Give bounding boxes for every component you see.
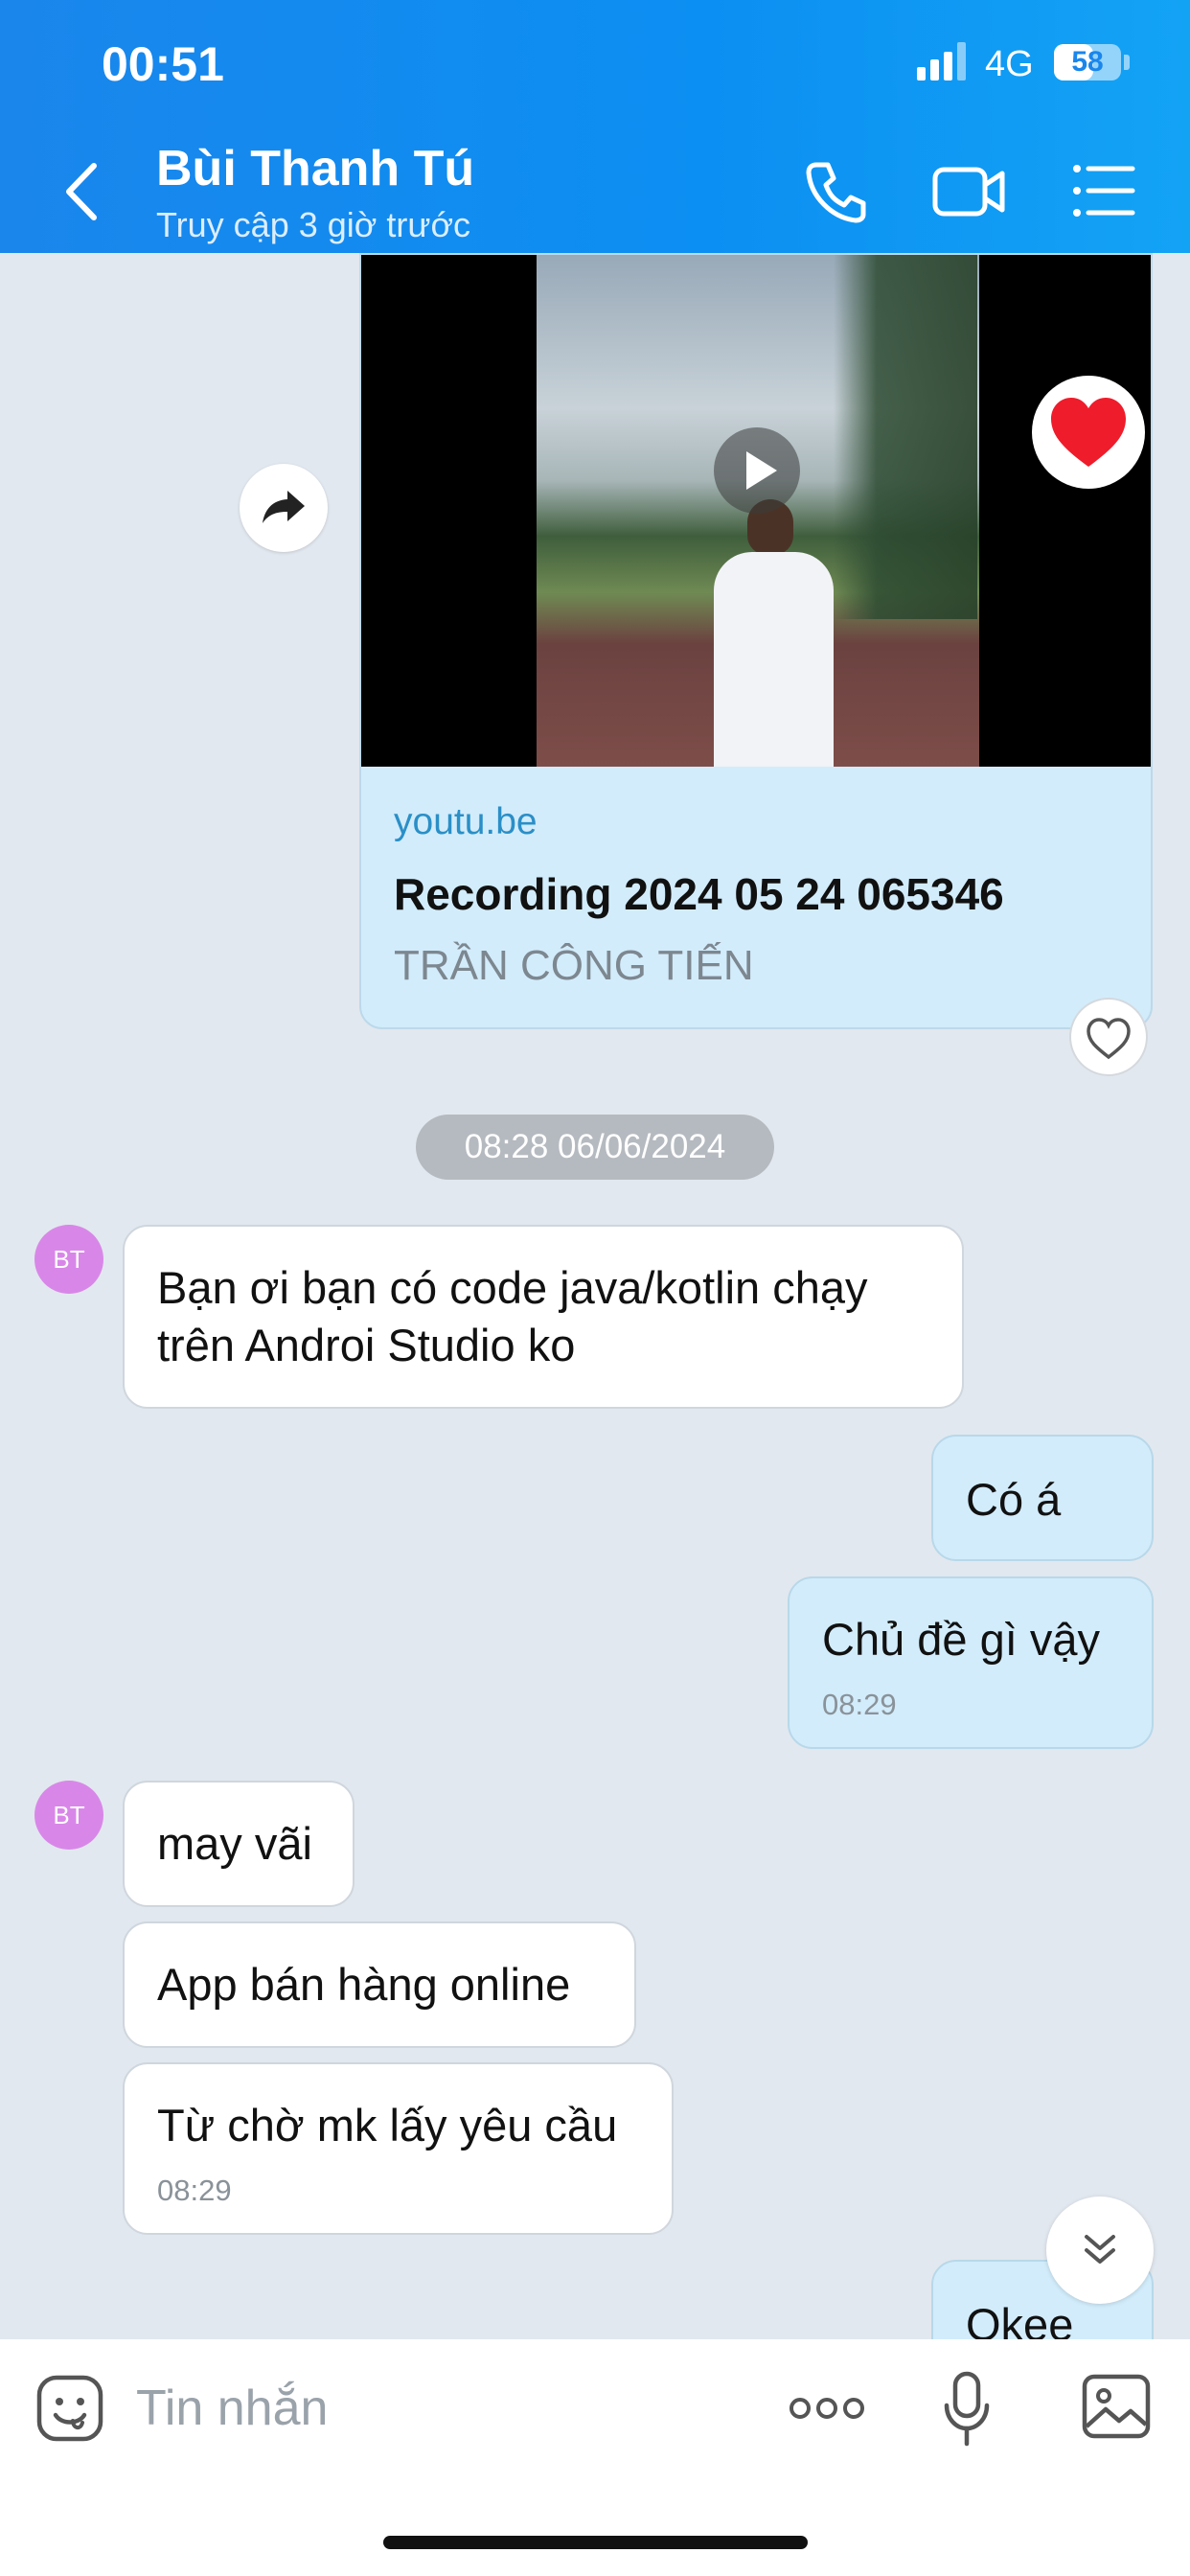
- heart-reaction-icon[interactable]: [1032, 376, 1145, 489]
- signal-icon: [917, 42, 967, 80]
- play-icon[interactable]: [714, 427, 800, 514]
- trees-image: [834, 255, 977, 619]
- home-indicator: [383, 2536, 808, 2549]
- message-bubble[interactable]: Chủ đề gì vậy 08:29: [788, 1576, 1154, 1749]
- back-icon[interactable]: [57, 158, 105, 225]
- message-input[interactable]: [136, 2375, 615, 2442]
- phone-icon[interactable]: [803, 157, 870, 224]
- message-bubble[interactable]: App bán hàng online: [123, 1921, 636, 2048]
- message-bubble[interactable]: Bạn ơi bạn có code java/kotlin chạy trên…: [123, 1225, 964, 1409]
- contact-status: Truy cập 3 giờ trước: [156, 205, 471, 244]
- more-options-icon[interactable]: [789, 2392, 865, 2425]
- date-separator: 08:28 06/06/2024: [416, 1115, 774, 1180]
- contact-name[interactable]: Bùi Thanh Tú: [156, 140, 474, 197]
- link-author: TRẦN CÔNG TIẾN: [394, 942, 754, 989]
- message-text: App bán hàng online: [157, 1959, 571, 2010]
- list-menu-icon[interactable]: [1071, 161, 1136, 220]
- battery-level: 58: [1071, 46, 1104, 78]
- scroll-down-icon[interactable]: [1046, 2196, 1154, 2304]
- forward-icon[interactable]: [240, 464, 328, 552]
- message-text: Chủ đề gì vậy: [822, 1614, 1101, 1665]
- video-thumbnail[interactable]: [361, 255, 1151, 767]
- message-text: Có á: [966, 1474, 1062, 1525]
- message-text: Bạn ơi bạn có code java/kotlin chạy: [157, 1262, 868, 1313]
- message-text: trên Androi Studio ko: [157, 1320, 576, 1370]
- video-call-icon[interactable]: [931, 158, 1008, 225]
- message-time: 08:29: [822, 1688, 897, 1721]
- message-text: Từ chờ mk lấy yêu cầu: [157, 2100, 618, 2150]
- message-bubble[interactable]: Có á: [931, 1435, 1154, 1561]
- sticker-icon[interactable]: [34, 2373, 105, 2444]
- message-time: 08:29: [157, 2174, 232, 2207]
- link-domain[interactable]: youtu.be: [394, 801, 538, 843]
- avatar[interactable]: BT: [34, 1781, 103, 1850]
- battery-icon: 58: [1054, 44, 1121, 80]
- message-text: may vãi: [157, 1818, 312, 1869]
- person-shirt-image: [714, 552, 834, 767]
- microphone-icon[interactable]: [943, 2371, 991, 2448]
- network-type: 4G: [985, 44, 1034, 84]
- battery-tip: [1124, 55, 1130, 70]
- like-heart-icon[interactable]: [1069, 998, 1148, 1076]
- status-time: 00:51: [102, 37, 224, 91]
- message-bubble[interactable]: may vãi: [123, 1781, 355, 1907]
- message-bubble[interactable]: Từ chờ mk lấy yêu cầu 08:29: [123, 2062, 674, 2235]
- link-title[interactable]: Recording 2024 05 24 065346: [394, 868, 1004, 920]
- image-gallery-icon[interactable]: [1081, 2373, 1152, 2440]
- avatar[interactable]: BT: [34, 1225, 103, 1294]
- shared-link-card[interactable]: youtu.be Recording 2024 05 24 065346 TRẦ…: [359, 253, 1153, 1029]
